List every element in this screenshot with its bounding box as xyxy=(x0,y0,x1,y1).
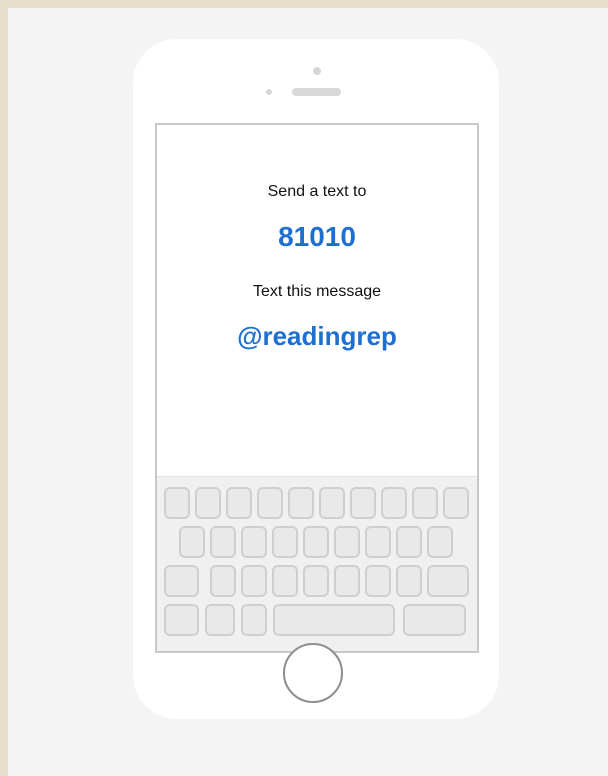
keyboard-key xyxy=(350,487,376,519)
keyboard-key xyxy=(396,565,422,597)
speaker-icon xyxy=(292,88,341,96)
message-area: Send a text to 81010 Text this message @… xyxy=(157,125,477,476)
phone-illustration: Send a text to 81010 Text this message @… xyxy=(133,39,499,719)
home-button xyxy=(283,643,343,703)
message-keyword: @readingrep xyxy=(237,321,397,351)
sensor-icon xyxy=(266,89,272,95)
text-message-label: Text this message xyxy=(252,283,382,300)
keyboard-key xyxy=(412,487,438,519)
keyboard-key xyxy=(241,526,267,558)
keyboard-key xyxy=(443,487,469,519)
keyboard-key xyxy=(381,487,407,519)
short-code-number: 81010 xyxy=(278,221,356,252)
keyboard-key xyxy=(365,526,391,558)
keyboard-key xyxy=(226,487,252,519)
keyboard-key xyxy=(272,565,298,597)
keyboard-key xyxy=(164,487,190,519)
keyboard-key xyxy=(427,526,453,558)
keyboard-key xyxy=(273,604,395,636)
phone-screen: Send a text to 81010 Text this message @… xyxy=(155,123,479,653)
keyboard-key xyxy=(403,604,466,636)
keyboard-key xyxy=(303,526,329,558)
keyboard-key xyxy=(205,604,235,636)
keyboard-key xyxy=(396,526,422,558)
keyboard-key xyxy=(179,526,205,558)
keyboard-key xyxy=(210,526,236,558)
keyboard-key xyxy=(272,526,298,558)
camera-icon xyxy=(313,67,321,75)
keyboard-key xyxy=(164,565,199,597)
keyboard-key xyxy=(365,565,391,597)
keyboard-key xyxy=(288,487,314,519)
keyboard-key xyxy=(241,604,267,636)
keyboard-key xyxy=(427,565,469,597)
keyboard-key xyxy=(334,565,360,597)
keyboard-key xyxy=(257,487,283,519)
send-text-label: Send a text to xyxy=(267,183,367,200)
keyboard-key xyxy=(241,565,267,597)
keyboard-key xyxy=(334,526,360,558)
keyboard-key xyxy=(210,565,236,597)
keyboard-key xyxy=(303,565,329,597)
keyboard-key xyxy=(319,487,345,519)
keyboard-key xyxy=(195,487,221,519)
keyboard-illustration xyxy=(157,476,477,651)
background-panel: Send a text to 81010 Text this message @… xyxy=(8,8,608,776)
keyboard-key xyxy=(164,604,199,636)
